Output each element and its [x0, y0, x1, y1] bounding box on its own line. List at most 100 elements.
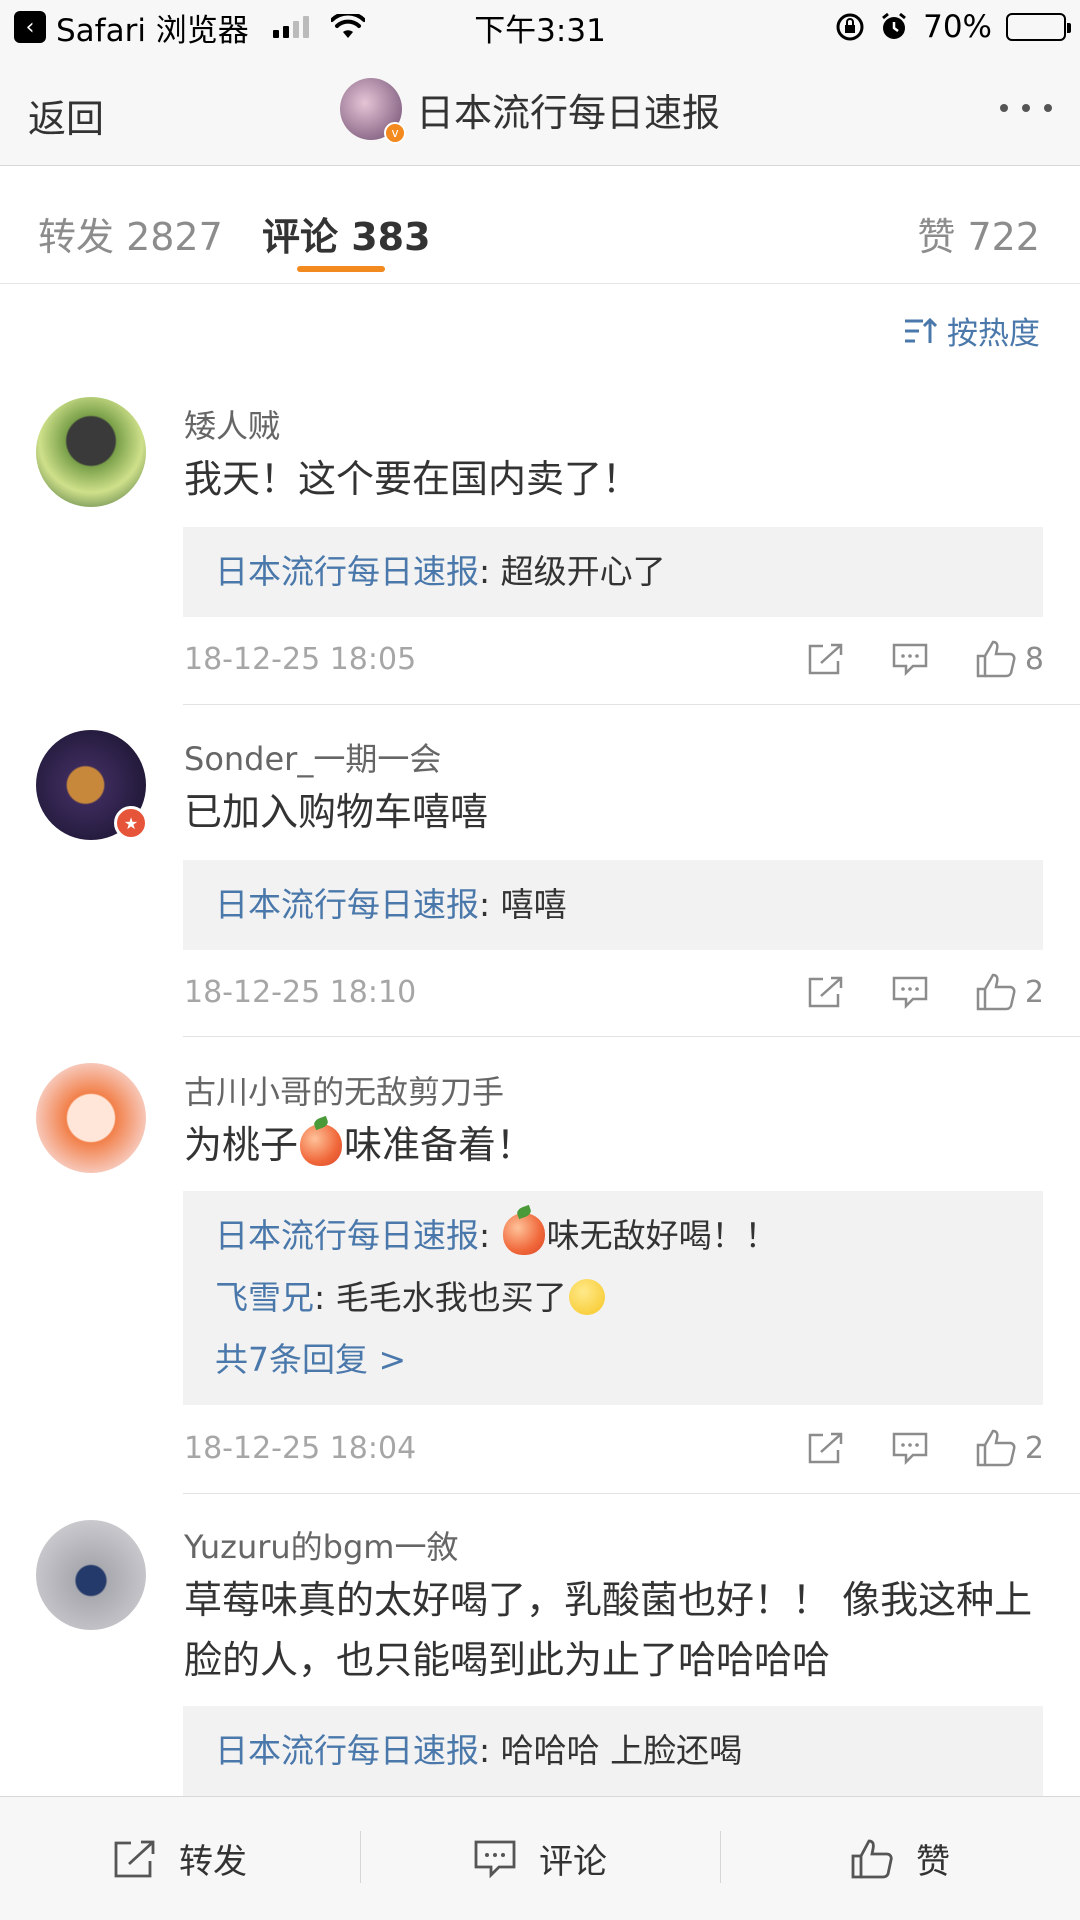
nav-title-group[interactable]: v 日本流行每日速报: [340, 78, 721, 144]
reply-author[interactable]: 日本流行每日速报: [215, 885, 479, 924]
comment-username[interactable]: Sonder_一期一会: [184, 734, 441, 780]
reply-box[interactable]: 日本流行每日速报: 嘻嘻: [183, 860, 1043, 950]
battery-icon: [1006, 13, 1071, 41]
comment-meta: 18-12-25 18:10 2: [184, 967, 1044, 1017]
comment-actions: 2: [807, 1428, 1044, 1468]
comment-meta: 18-12-25 18:05 8: [184, 634, 1044, 684]
reply-line: 飞雪兄: 毛毛水我也买了: [215, 1267, 1011, 1329]
reply-author[interactable]: 飞雪兄: [215, 1278, 314, 1317]
orientation-lock-icon: [836, 13, 864, 41]
avatar[interactable]: [36, 1520, 146, 1630]
comment-text-part: 味准备着！: [344, 1123, 535, 1167]
share-icon: [114, 1840, 155, 1877]
verified-badge-icon: v: [384, 122, 406, 144]
reply-separator: :: [314, 1278, 336, 1317]
alarm-icon: [882, 12, 907, 39]
more-options-icon[interactable]: [1000, 104, 1052, 112]
like-button[interactable]: 8: [975, 639, 1044, 679]
reply-line: 日本流行每日速报: 超级开心了: [215, 541, 1011, 603]
like-button[interactable]: 赞: [720, 1797, 1080, 1920]
tab-likes[interactable]: 赞 722: [917, 206, 1040, 261]
more-replies-link[interactable]: 共7条回复 >: [215, 1329, 1011, 1391]
comment-label: 评论: [539, 1842, 607, 1882]
status-bar: ‹ Safari 浏览器 下午3:31 70%: [0, 0, 1080, 54]
reply-author[interactable]: 日本流行每日速报: [215, 1216, 479, 1255]
vip-badge-icon: ★: [114, 806, 148, 840]
reply-text: 毛毛水我也买了: [335, 1278, 567, 1317]
comment-text: 草莓味真的太好喝了，乳酸菌也好！！ 像我这种上脸的人，也只能喝到此为止了哈哈哈哈: [184, 1578, 1033, 1682]
like-count: 8: [1024, 641, 1044, 677]
wifi-icon: [330, 14, 365, 38]
share-icon[interactable]: [807, 642, 845, 676]
reply-line: 日本流行每日速报: 嘻嘻: [215, 874, 1011, 936]
reply-separator: :: [479, 1216, 501, 1255]
comment-username[interactable]: Yuzuru的bgm一敘: [184, 1522, 458, 1568]
reply-icon[interactable]: [891, 975, 929, 1009]
tab-comments[interactable]: 评论 383: [262, 206, 431, 261]
back-button[interactable]: 返回: [28, 88, 104, 143]
tab-repost[interactable]: 转发 2827: [38, 206, 223, 261]
reply-text: 嘻嘻: [500, 885, 567, 924]
share-icon[interactable]: [807, 1431, 845, 1465]
reply-icon[interactable]: [891, 1431, 929, 1465]
avatar[interactable]: [36, 1063, 146, 1173]
status-right: 70%: [835, 9, 1071, 45]
account-avatar[interactable]: v: [340, 78, 406, 144]
reply-text: 味无敌好喝！！: [546, 1216, 778, 1255]
battery-percent: 70%: [923, 9, 992, 45]
reply-icon[interactable]: [891, 642, 929, 676]
thumbs-up-icon: [851, 1839, 893, 1878]
reply-line: 日本流行每日速报: 味无敌好喝！！: [215, 1205, 1011, 1267]
back-arrow-icon[interactable]: ‹: [14, 11, 46, 43]
page-title: 日本流行每日速报: [416, 90, 721, 135]
thumbs-up-icon: [976, 973, 1016, 1011]
back-app-label[interactable]: Safari 浏览器: [56, 5, 249, 50]
reply-text: 哈哈哈 上脸还喝: [500, 1731, 743, 1770]
tab-bar: 转发 2827 评论 383 赞 722: [0, 166, 1080, 284]
smile-emoji-icon: [568, 1279, 605, 1315]
divider: [183, 704, 1080, 705]
reply-box[interactable]: 日本流行每日速报: 味无敌好喝！！ 飞雪兄: 毛毛水我也买了 共7条回复 >: [183, 1191, 1043, 1405]
comment-button[interactable]: 评论: [360, 1797, 720, 1920]
comment-text-part: 为桃子: [184, 1123, 299, 1167]
reply-separator: :: [479, 885, 501, 924]
reply-author[interactable]: 日本流行每日速报: [215, 1731, 479, 1770]
signal-icon: [272, 16, 309, 38]
active-tab-indicator: [297, 266, 385, 272]
comment-text: 我天！这个要在国内卖了！: [184, 457, 641, 501]
repost-label: 转发: [179, 1842, 247, 1882]
comment-username[interactable]: 矮人贼: [184, 401, 280, 447]
nav-bar: 返回 v 日本流行每日速报: [0, 54, 1080, 166]
share-icon[interactable]: [807, 975, 845, 1009]
reply-separator: :: [479, 552, 501, 591]
like-count: 2: [1024, 974, 1044, 1010]
comment-username[interactable]: 古川小哥的无敌剪刀手: [184, 1067, 504, 1113]
comment-time: 18-12-25 18:05: [184, 641, 417, 677]
peach-emoji-icon: [502, 1213, 545, 1255]
thumbs-up-icon: [976, 1429, 1016, 1467]
reply-box[interactable]: 日本流行每日速报: 超级开心了: [183, 527, 1043, 617]
like-label: 赞: [916, 1842, 950, 1882]
comment-time: 18-12-25 18:04: [184, 1430, 417, 1466]
thumbs-up-icon: [976, 640, 1016, 678]
comment-meta: 18-12-25 18:04 2: [184, 1423, 1044, 1473]
like-button[interactable]: 2: [975, 1428, 1044, 1468]
reply-line: 日本流行每日速报: 哈哈哈 上脸还喝: [215, 1720, 1011, 1782]
repost-button[interactable]: 转发: [0, 1797, 360, 1920]
sort-icon: [905, 317, 937, 343]
reply-box[interactable]: 日本流行每日速报: 哈哈哈 上脸还喝: [183, 1706, 1043, 1796]
divider: [183, 1036, 1080, 1037]
comment-actions: 2: [807, 972, 1044, 1012]
comment-text: 已加入购物车嘻嘻: [184, 790, 489, 834]
reply-author[interactable]: 日本流行每日速报: [215, 552, 479, 591]
status-left: ‹ Safari 浏览器: [14, 5, 365, 50]
bottom-action-bar: 转发 评论 赞: [0, 1796, 1080, 1920]
avatar[interactable]: [36, 397, 146, 507]
comment-time: 18-12-25 18:10: [184, 974, 417, 1010]
like-button[interactable]: 2: [975, 972, 1044, 1012]
sort-button[interactable]: 按热度: [903, 308, 1040, 353]
comment-actions: 8: [807, 639, 1044, 679]
comment-icon: [474, 1840, 516, 1878]
sort-label: 按热度: [947, 316, 1040, 352]
reply-separator: :: [479, 1731, 501, 1770]
